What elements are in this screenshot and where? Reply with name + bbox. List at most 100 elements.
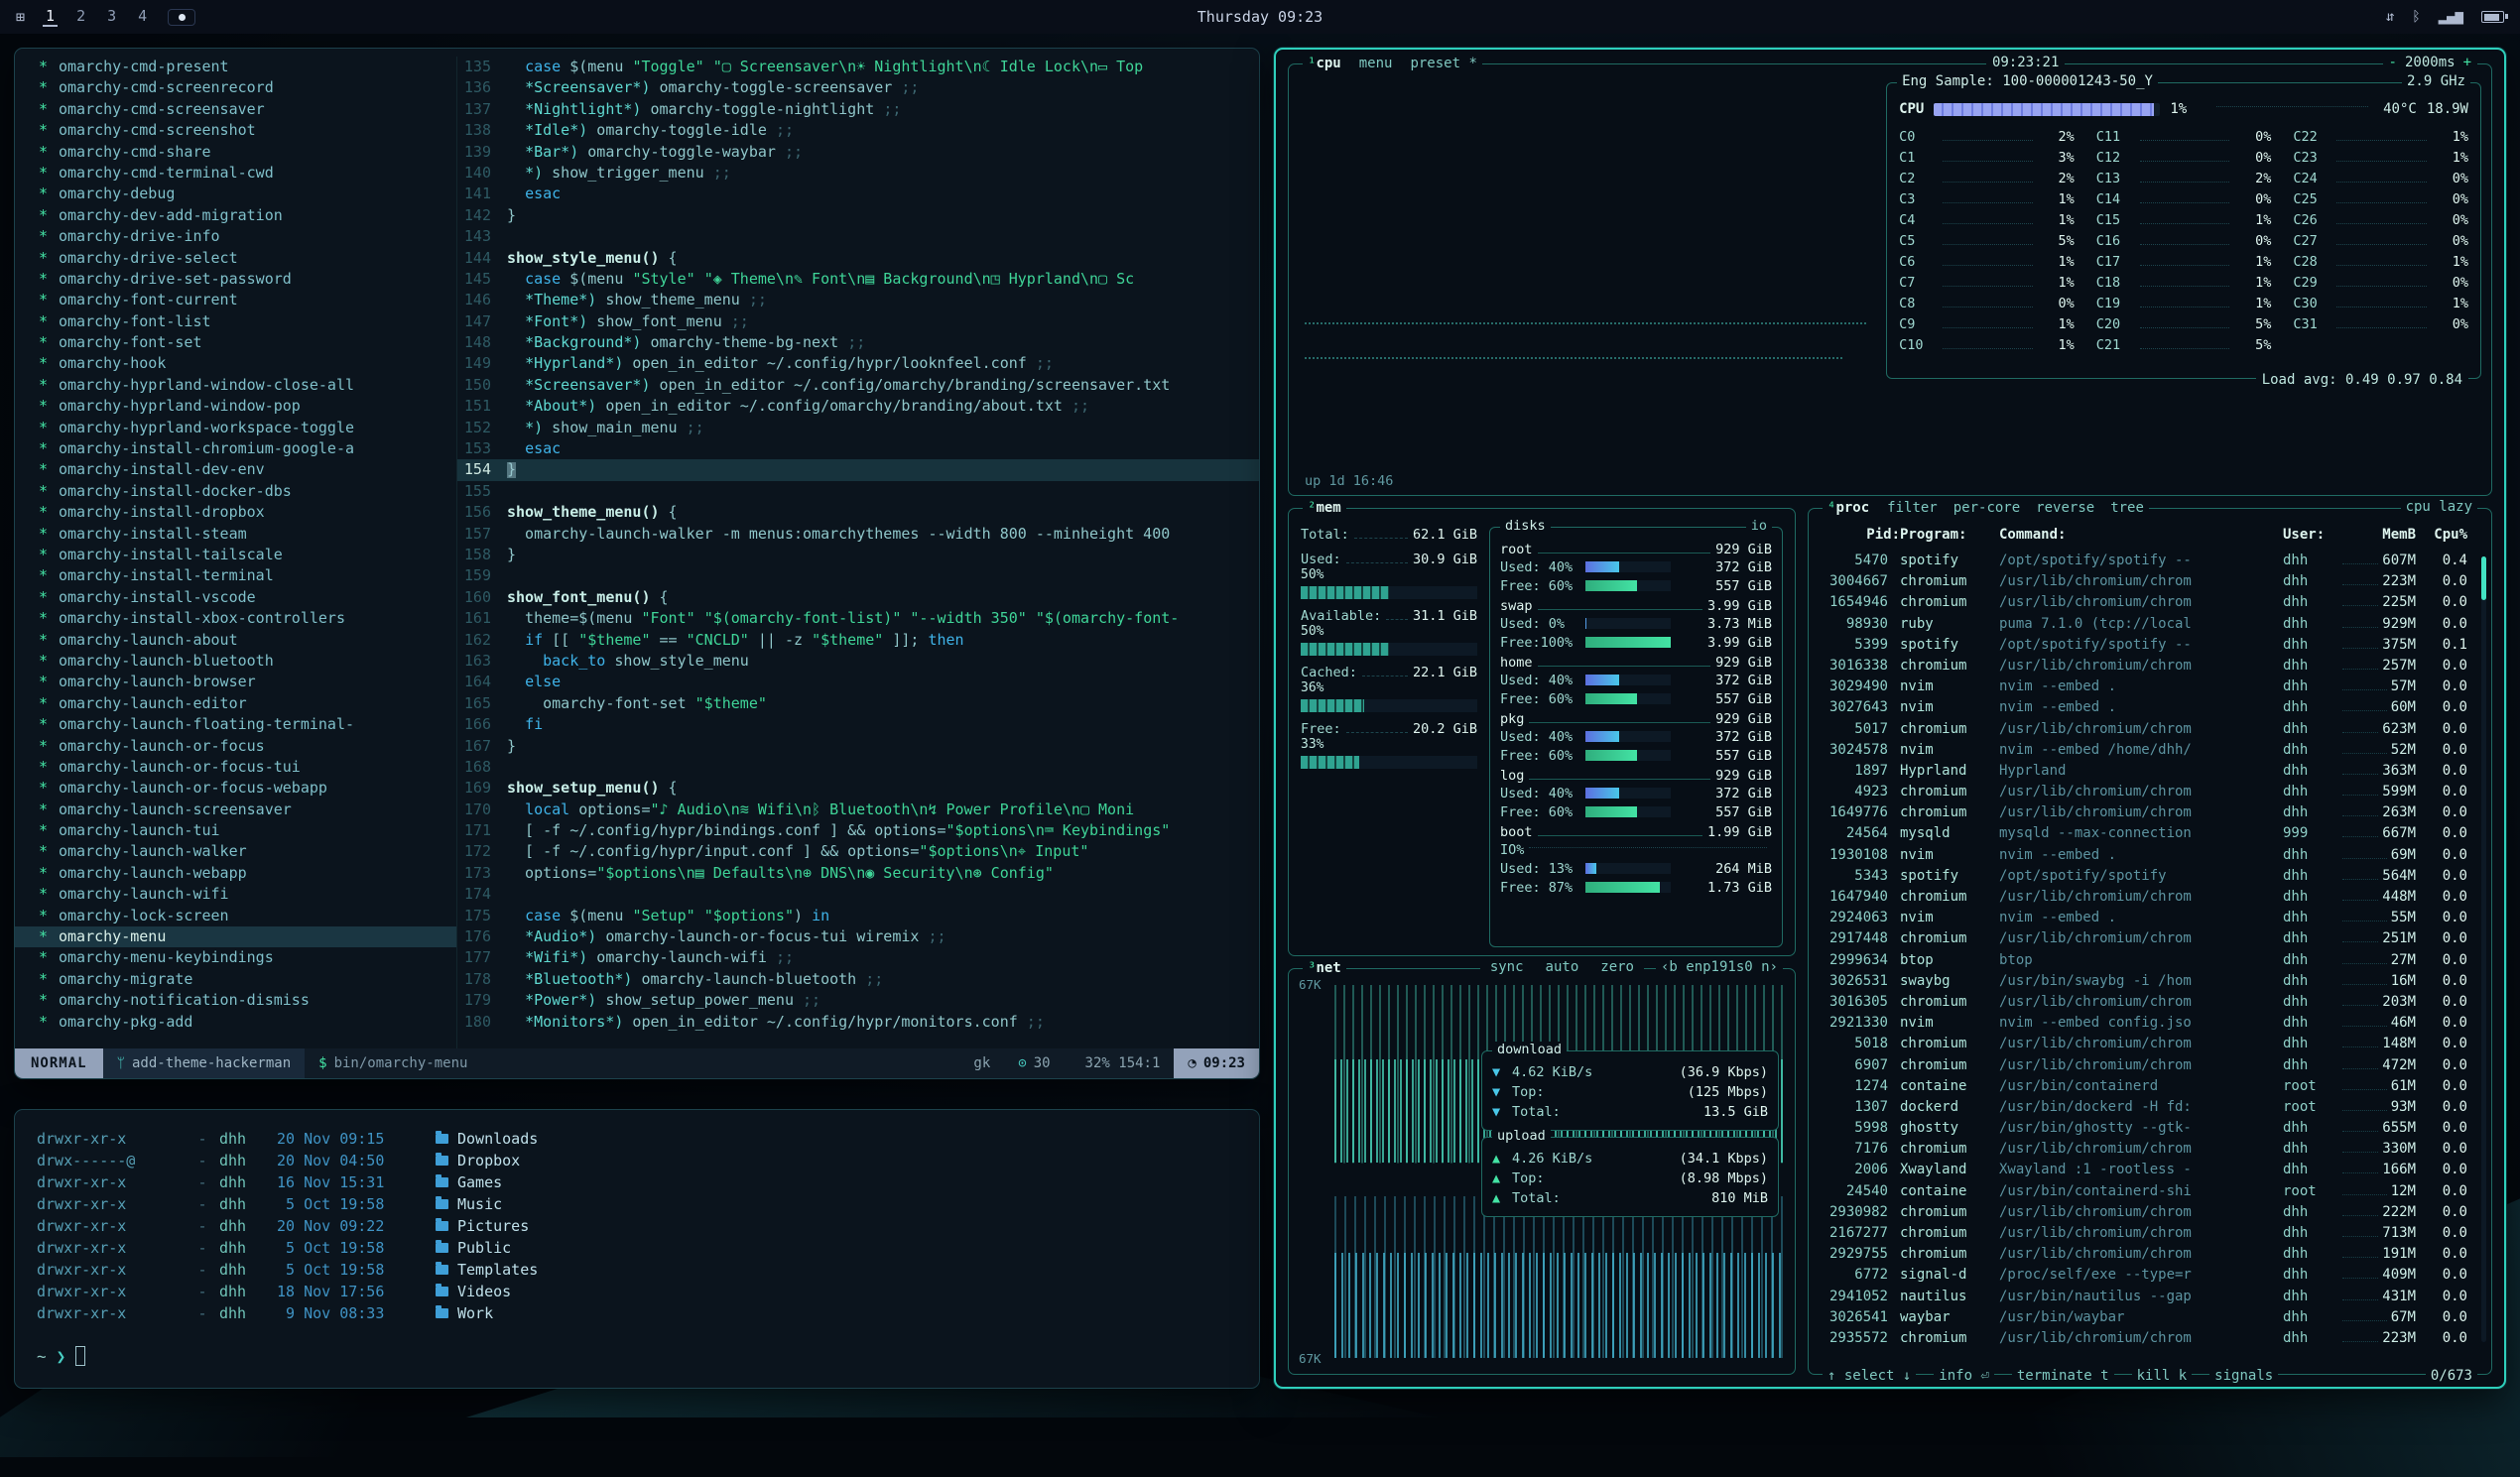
file-item[interactable]: * omarchy-cmd-terminal-cwd <box>15 163 456 184</box>
process-row[interactable]: 1930108 nvim nvim --embed . dhh 69M 0.0 <box>1821 845 2479 866</box>
process-row[interactable]: 5018 chromium /usr/lib/chromium/chrom dh… <box>1821 1034 2479 1054</box>
file-item[interactable]: * omarchy-hyprland-workspace-toggle <box>15 418 456 438</box>
file-item[interactable]: * omarchy-hyprland-window-pop <box>15 396 456 417</box>
workspace-button[interactable]: 4 <box>135 7 150 27</box>
interface-selector[interactable]: ‹b enp191s0 n› <box>1656 959 1783 975</box>
file-item[interactable]: * omarchy-install-dropbox <box>15 502 456 523</box>
process-row[interactable]: 2167277 chromium /usr/lib/chromium/chrom… <box>1821 1223 2479 1244</box>
file-item[interactable]: * omarchy-font-set <box>15 332 456 353</box>
process-row[interactable]: 3029490 nvim nvim --embed . dhh 57M 0.0 <box>1821 677 2479 697</box>
file-item[interactable]: * omarchy-cmd-screenrecord <box>15 77 456 98</box>
proc-button[interactable]: per-core <box>1953 499 2020 518</box>
file-item[interactable]: * omarchy-lock-screen <box>15 906 456 926</box>
process-row[interactable]: 2935572 chromium /usr/lib/chromium/chrom… <box>1821 1328 2479 1349</box>
file-item[interactable]: * omarchy-cmd-present <box>15 57 456 77</box>
footer-action[interactable]: ↑ select ↓ <box>1823 1368 1916 1384</box>
workspace-button[interactable]: 3 <box>104 7 119 27</box>
process-row[interactable]: 6772 signal-d /proc/self/exe --type=r dh… <box>1821 1265 2479 1286</box>
file-item[interactable]: * omarchy-menu-keybindings <box>15 947 456 968</box>
process-row[interactable]: 1654946 chromium /usr/lib/chromium/chrom… <box>1821 592 2479 613</box>
code-editor[interactable]: 135 case $(menu "Toggle" "▢ Screensaver\… <box>457 57 1259 1048</box>
file-item[interactable]: * omarchy-install-tailscale <box>15 545 456 565</box>
workspace-button[interactable]: 1 <box>43 7 58 27</box>
footer-action[interactable]: terminate t <box>2012 1368 2114 1384</box>
file-item[interactable]: * omarchy-launch-editor <box>15 693 456 714</box>
process-row[interactable]: 1897 Hyprland Hyprland dhh 363M 0.0 <box>1821 761 2479 782</box>
process-row[interactable]: 2999634 btop btop dhh 27M 0.0 <box>1821 950 2479 971</box>
process-row[interactable]: 2924063 nvim nvim --embed . dhh 55M 0.0 <box>1821 908 2479 928</box>
battery-icon[interactable] <box>2481 11 2504 23</box>
process-row[interactable]: 5998 ghostty /usr/bin/ghostty --gtk- dhh… <box>1821 1118 2479 1139</box>
process-row[interactable]: 5017 chromium /usr/lib/chromium/chrom dh… <box>1821 719 2479 740</box>
file-item[interactable]: * omarchy-launch-or-focus-tui <box>15 757 456 778</box>
net-button[interactable]: zero <box>1595 959 1639 975</box>
process-row[interactable]: 2006 Xwayland Xwayland :1 -rootless - dh… <box>1821 1160 2479 1180</box>
file-item[interactable]: * omarchy-launch-webapp <box>15 863 456 884</box>
apps-icon[interactable]: ⊞ <box>16 8 25 26</box>
process-row[interactable]: 1649776 chromium /usr/lib/chromium/chrom… <box>1821 802 2479 823</box>
file-item[interactable]: * omarchy-launch-floating-terminal- <box>15 714 456 735</box>
process-row[interactable]: 2921330 nvim nvim --embed config.jso dhh… <box>1821 1013 2479 1034</box>
file-item[interactable]: * omarchy-install-vscode <box>15 587 456 608</box>
file-item[interactable]: * omarchy-install-docker-dbs <box>15 481 456 502</box>
process-row[interactable]: 4923 chromium /usr/lib/chromium/chrom dh… <box>1821 782 2479 802</box>
network-icon[interactable]: ⇵ <box>2386 9 2394 25</box>
io-button[interactable]: io <box>1746 518 1772 534</box>
process-row[interactable]: 6907 chromium /usr/lib/chromium/chrom dh… <box>1821 1055 2479 1076</box>
file-item[interactable]: * omarchy-launch-tui <box>15 820 456 841</box>
process-row[interactable]: 3027643 nvim nvim --embed . dhh 60M 0.0 <box>1821 697 2479 718</box>
file-item[interactable]: * omarchy-migrate <box>15 969 456 990</box>
process-row[interactable]: 5470 spotify /opt/spotify/spotify -- dhh… <box>1821 551 2479 571</box>
file-item[interactable]: * omarchy-install-xbox-controllers <box>15 608 456 629</box>
proc-button[interactable]: filter <box>1887 499 1938 518</box>
process-row[interactable]: 24540 containe /usr/bin/containerd-shi r… <box>1821 1181 2479 1202</box>
process-row[interactable]: 3016338 chromium /usr/lib/chromium/chrom… <box>1821 656 2479 677</box>
file-item[interactable]: * omarchy-cmd-screenshot <box>15 120 456 141</box>
file-item[interactable]: * omarchy-launch-bluetooth <box>15 651 456 672</box>
process-row[interactable]: 3026541 waybar /usr/bin/waybar dhh 67M 0… <box>1821 1307 2479 1328</box>
net-button[interactable]: auto <box>1541 959 1584 975</box>
process-row[interactable]: 5343 spotify /opt/spotify/spotify dhh 56… <box>1821 866 2479 887</box>
process-row[interactable]: 2930982 chromium /usr/lib/chromium/chrom… <box>1821 1202 2479 1223</box>
file-item[interactable]: * omarchy-install-chromium-google-a <box>15 438 456 459</box>
file-item[interactable]: * omarchy-notification-dismiss <box>15 990 456 1011</box>
file-item[interactable]: * omarchy-menu <box>15 926 456 947</box>
interval-minus-button[interactable]: - <box>2389 55 2397 70</box>
terminal-prompt[interactable]: ~ ❯ <box>37 1346 1237 1366</box>
file-item[interactable]: * omarchy-launch-browser <box>15 672 456 692</box>
process-row[interactable]: 1307 dockerd /usr/bin/dockerd -H fd: roo… <box>1821 1097 2479 1118</box>
net-button[interactable]: sync <box>1485 959 1529 975</box>
process-row[interactable]: 98930 ruby puma 7.1.0 (tcp://local dhh 9… <box>1821 614 2479 635</box>
process-row[interactable]: 5399 spotify /opt/spotify/spotify -- dhh… <box>1821 635 2479 656</box>
file-item[interactable]: * omarchy-drive-select <box>15 248 456 269</box>
file-list[interactable]: * omarchy-cmd-present * omarchy-cmd-scre… <box>15 57 457 1048</box>
workspace-button[interactable]: 2 <box>73 7 88 27</box>
file-item[interactable]: * omarchy-install-terminal <box>15 565 456 586</box>
file-item[interactable]: * omarchy-install-steam <box>15 524 456 545</box>
process-row[interactable]: 3016305 chromium /usr/lib/chromium/chrom… <box>1821 992 2479 1013</box>
footer-action[interactable]: signals <box>2209 1368 2278 1384</box>
process-row[interactable]: 24564 mysqld mysqld --max-connection 999… <box>1821 823 2479 844</box>
screen-record-indicator[interactable] <box>168 9 195 26</box>
process-row[interactable]: 1647940 chromium /usr/lib/chromium/chrom… <box>1821 887 2479 908</box>
process-row[interactable]: 1274 containe /usr/bin/containerd root 6… <box>1821 1076 2479 1097</box>
file-item[interactable]: * omarchy-hyprland-window-close-all <box>15 375 456 396</box>
process-row[interactable]: 2917448 chromium /usr/lib/chromium/chrom… <box>1821 928 2479 949</box>
file-item[interactable]: * omarchy-hook <box>15 353 456 374</box>
interval-plus-button[interactable]: + <box>2463 55 2471 70</box>
sort-selector[interactable]: cpu lazy <box>2401 499 2477 515</box>
proc-button[interactable]: tree <box>2110 499 2144 518</box>
process-row[interactable]: 7176 chromium /usr/lib/chromium/chrom dh… <box>1821 1139 2479 1160</box>
preset-button[interactable]: preset * <box>1410 55 1476 73</box>
file-item[interactable]: * omarchy-font-current <box>15 290 456 310</box>
file-item[interactable]: * omarchy-pkg-add <box>15 1012 456 1033</box>
file-item[interactable]: * omarchy-drive-set-password <box>15 269 456 290</box>
file-item[interactable]: * omarchy-launch-or-focus <box>15 736 456 757</box>
process-scrollbar[interactable] <box>2481 556 2486 1342</box>
process-row[interactable]: 2929755 chromium /usr/lib/chromium/chrom… <box>1821 1244 2479 1265</box>
file-item[interactable]: * omarchy-cmd-screensaver <box>15 99 456 120</box>
process-row[interactable]: 3024578 nvim nvim --embed /home/dhh/ dhh… <box>1821 740 2479 761</box>
file-item[interactable]: * omarchy-launch-screensaver <box>15 800 456 820</box>
proc-button[interactable]: reverse <box>2036 499 2094 518</box>
file-item[interactable]: * omarchy-drive-info <box>15 226 456 247</box>
